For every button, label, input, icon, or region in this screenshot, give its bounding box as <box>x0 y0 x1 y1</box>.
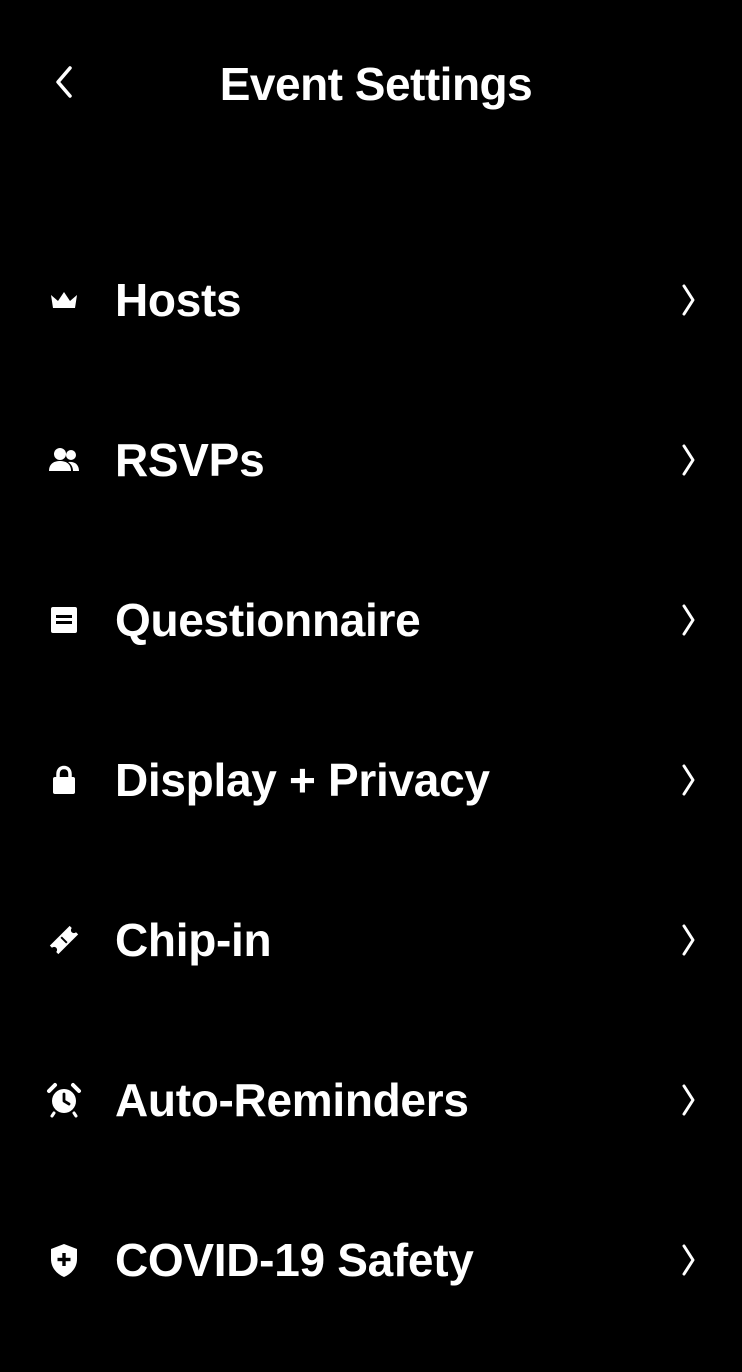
menu-item-label: Auto-Reminders <box>115 1074 469 1126</box>
lock-icon <box>44 760 84 800</box>
menu-item-label: Chip-in <box>115 914 272 966</box>
menu-item-label: Questionnaire <box>115 594 421 646</box>
page-title: Event Settings <box>219 58 533 110</box>
crown-icon <box>44 280 84 320</box>
menu-item-display-privacy[interactable]: Display + Privacy <box>0 710 742 850</box>
menu-item-questionnaire[interactable]: Questionnaire <box>0 550 742 690</box>
chevron-right-icon <box>672 920 704 960</box>
menu-item-covid-19-safety[interactable]: COVID-19 Safety <box>0 1190 742 1330</box>
chevron-right-icon <box>672 760 704 800</box>
chevron-right-icon <box>672 1080 704 1120</box>
menu-item-label: RSVPs <box>115 434 265 486</box>
people-icon <box>44 440 84 480</box>
ticket-icon <box>44 920 84 960</box>
menu-item-rsvps[interactable]: RSVPs <box>0 390 742 530</box>
header: Event Settings <box>0 0 742 170</box>
menu-item-label: COVID-19 Safety <box>115 1234 474 1286</box>
chevron-right-icon <box>672 600 704 640</box>
chevron-right-icon <box>672 1240 704 1280</box>
form-icon <box>44 600 84 640</box>
menu-item-label: Display + Privacy <box>115 754 490 806</box>
shield-plus-icon <box>44 1240 84 1280</box>
alarm-clock-icon <box>44 1080 84 1120</box>
menu-item-hosts[interactable]: Hosts <box>0 230 742 370</box>
chevron-right-icon <box>672 440 704 480</box>
menu-item-auto-reminders[interactable]: Auto-Reminders <box>0 1030 742 1170</box>
menu-item-label: Hosts <box>115 274 242 326</box>
chevron-right-icon <box>672 280 704 320</box>
menu-item-chip-in[interactable]: Chip-in <box>0 870 742 1010</box>
